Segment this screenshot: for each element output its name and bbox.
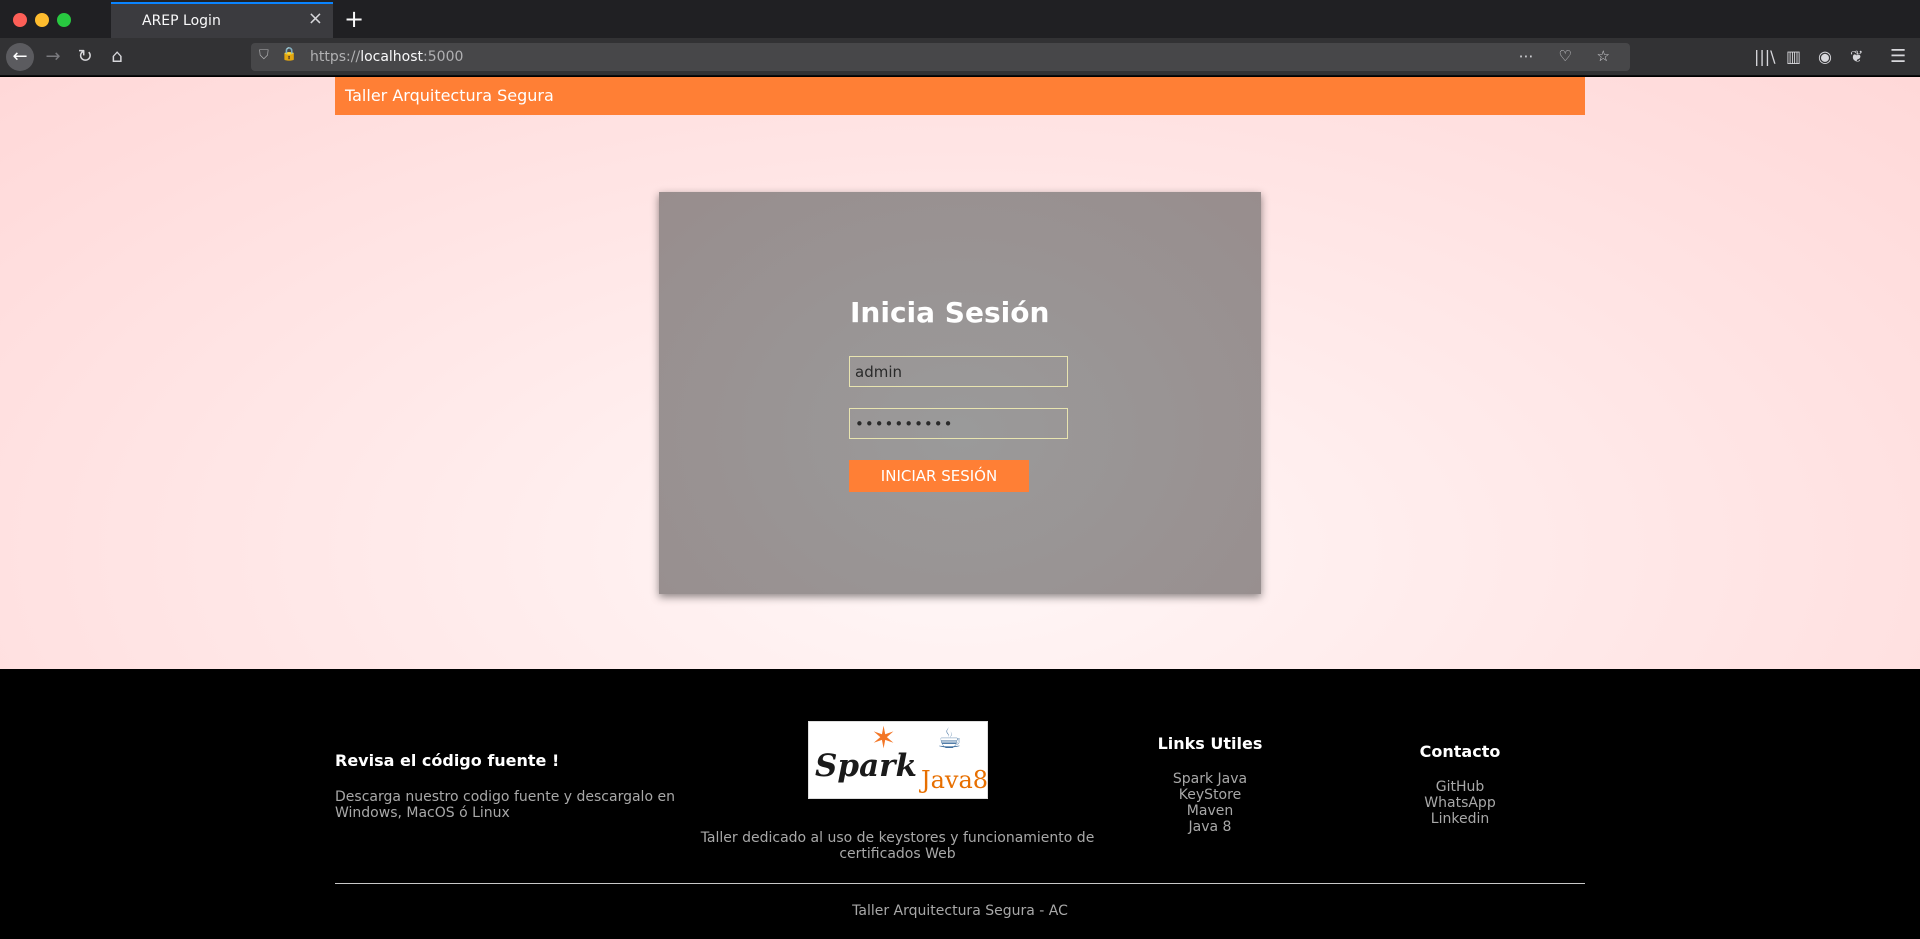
login-card: Inicia Sesión INICIAR SESIÓN xyxy=(659,192,1261,594)
spark-logo-text: Spark xyxy=(815,748,917,784)
top-header-bar: Taller Arquitectura Segura xyxy=(335,77,1585,115)
site-title[interactable]: Taller Arquitectura Segura xyxy=(345,86,554,105)
close-window-icon[interactable] xyxy=(13,13,27,27)
username-input[interactable] xyxy=(849,356,1068,387)
reload-icon[interactable]: ↻ xyxy=(72,44,98,70)
java-cup-icon: ☕ xyxy=(937,722,963,755)
password-input[interactable] xyxy=(849,408,1068,439)
page-content: Taller Arquitectura Segura Inicia Sesión… xyxy=(0,77,1920,939)
page-actions-icons[interactable]: ⋯ ♡ ☆ xyxy=(1519,47,1620,65)
useful-links-heading: Links Utiles xyxy=(1157,734,1263,753)
menu-icon[interactable]: ☰ xyxy=(1890,46,1906,68)
contact-heading: Contacto xyxy=(1419,742,1501,761)
tab-title: AREP Login xyxy=(142,13,221,29)
footer: Revisa el código fuente ! Descarga nuest… xyxy=(0,669,1920,939)
link-linkedin[interactable]: Linkedin xyxy=(1390,811,1530,827)
browser-tab-active[interactable]: AREP Login × xyxy=(111,2,333,38)
login-title: Inicia Sesión xyxy=(850,296,1050,329)
sidebar-icon[interactable]: ▥ xyxy=(1786,46,1801,68)
url-text: https://localhost:5000 xyxy=(310,49,463,65)
footer-divider xyxy=(335,883,1585,884)
java-logo-text: Java8 xyxy=(921,766,989,794)
url-scheme: https:// xyxy=(310,49,361,65)
new-tab-icon[interactable]: + xyxy=(344,4,364,34)
spark-java-logo: Spark ✶ ☕ Java8 xyxy=(808,721,988,799)
maximize-window-icon[interactable] xyxy=(57,13,71,27)
tracking-shield-icon[interactable]: ⛉ xyxy=(259,48,269,63)
source-code-text: Descarga nuestro codigo fuente y descarg… xyxy=(335,789,675,821)
footer-copyright: Taller Arquitectura Segura - AC xyxy=(852,903,1068,919)
spark-star-icon: ✶ xyxy=(871,721,897,756)
forward-icon[interactable]: → xyxy=(40,44,66,70)
link-spark-java[interactable]: Spark Java xyxy=(1140,771,1280,787)
minimize-window-icon[interactable] xyxy=(35,13,49,27)
tab-close-icon[interactable]: × xyxy=(308,10,323,28)
link-whatsapp[interactable]: WhatsApp xyxy=(1390,795,1530,811)
link-java-8[interactable]: Java 8 xyxy=(1140,819,1280,835)
source-code-heading: Revisa el código fuente ! xyxy=(335,751,560,770)
account-icon[interactable]: ◉ xyxy=(1818,46,1832,68)
library-icon[interactable]: |||\ xyxy=(1754,46,1776,68)
url-host: localhost xyxy=(360,49,424,65)
link-keystore[interactable]: KeyStore xyxy=(1140,787,1280,803)
link-github[interactable]: GitHub xyxy=(1390,779,1530,795)
footer-description: Taller dedicado al uso de keystores y fu… xyxy=(700,830,1095,862)
url-port: :5000 xyxy=(423,49,464,65)
contact-list: GitHub WhatsApp Linkedin xyxy=(1390,779,1530,827)
insecure-lock-icon[interactable]: 🔒 xyxy=(281,47,297,62)
extension-icon[interactable]: ❦ xyxy=(1850,46,1863,68)
hero-section: Taller Arquitectura Segura Inicia Sesión… xyxy=(0,77,1920,669)
browser-nav-bar: ← → ↻ ⌂ ⛉ 🔒 https://localhost:5000 ⋯ ♡ ☆… xyxy=(0,38,1920,76)
login-button[interactable]: INICIAR SESIÓN xyxy=(849,460,1029,492)
back-icon[interactable]: ← xyxy=(6,43,34,71)
browser-tab-bar: AREP Login × + xyxy=(0,0,1920,38)
home-icon[interactable]: ⌂ xyxy=(104,44,130,70)
link-maven[interactable]: Maven xyxy=(1140,803,1280,819)
useful-links-list: Spark Java KeyStore Maven Java 8 xyxy=(1140,771,1280,835)
address-bar[interactable]: ⛉ 🔒 https://localhost:5000 ⋯ ♡ ☆ xyxy=(251,43,1630,71)
